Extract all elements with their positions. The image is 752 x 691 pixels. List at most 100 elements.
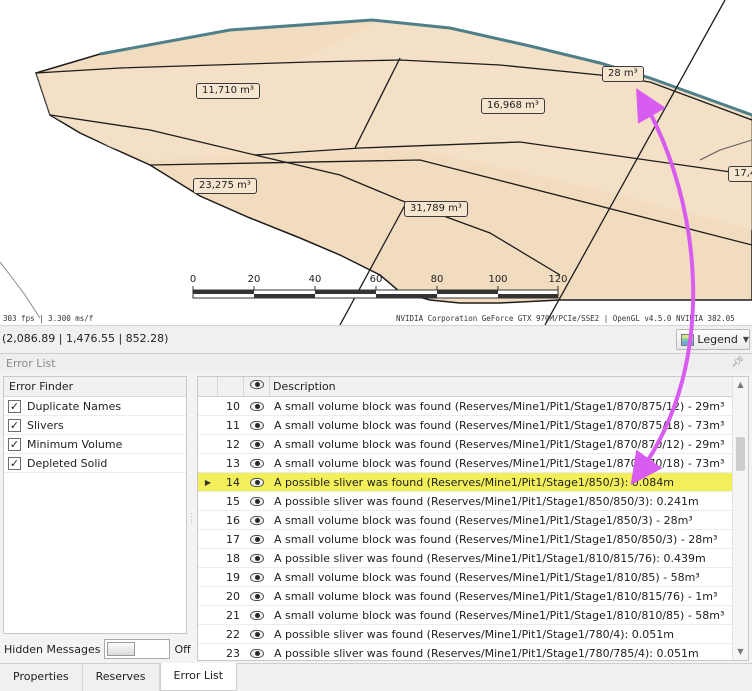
hidden-messages-row: Hidden Messages Off: [4, 639, 191, 659]
volume-label: 11,710 m³: [196, 83, 260, 99]
row-description: A possible sliver was found (Reserves/Mi…: [274, 646, 699, 660]
table-row[interactable]: 20 A small volume block was found (Reserv…: [198, 587, 748, 606]
description-column-header[interactable]: Description: [270, 377, 748, 396]
volume-label: 31,789 m³: [404, 201, 468, 217]
chevron-down-icon: ▼: [742, 335, 749, 344]
legend-button[interactable]: Legend ▼: [676, 329, 750, 350]
row-description: A small volume block was found (Reserves…: [274, 532, 718, 546]
row-number: 18: [226, 551, 240, 565]
table-row[interactable]: 23 A possible sliver was found (Reserves/…: [198, 644, 748, 660]
checkbox[interactable]: ✓: [8, 437, 21, 451]
error-list-panel: Error Finder ✓ Duplicate Names ✓ Slivers…: [0, 373, 752, 663]
row-description: A small volume block was found (Reserves…: [274, 608, 725, 622]
volume-label: 16,968 m³: [481, 98, 545, 114]
row-description: A possible sliver was found (Reserves/Mi…: [274, 627, 674, 641]
scale-tick-label: 20: [247, 274, 261, 285]
visibility-column-header[interactable]: [244, 377, 270, 396]
table-row[interactable]: 17 A small volume block was found (Reserv…: [198, 530, 748, 549]
vertical-scrollbar[interactable]: ▲ ▼: [732, 377, 748, 660]
row-pointer-icon: ▶: [204, 477, 212, 487]
checkbox[interactable]: ✓: [8, 456, 21, 470]
scroll-up-icon[interactable]: ▲: [733, 377, 748, 393]
hidden-messages-label: Hidden Messages: [4, 642, 101, 656]
viewport-3d[interactable]: 11,710 m³ 16,968 m³ 28 m³ 23,275 m³ 31,7…: [0, 0, 752, 325]
scale-tick-label: 60: [369, 274, 383, 285]
checkbox[interactable]: ✓: [8, 418, 21, 432]
scale-tick-label: 0: [189, 274, 197, 285]
row-description: A possible sliver was found (Reserves/Mi…: [274, 494, 699, 508]
visibility-toggle[interactable]: [244, 420, 270, 430]
table-row[interactable]: 21 A small volume block was found (Reserv…: [198, 606, 748, 625]
row-number: 14: [226, 475, 240, 489]
eye-icon: [250, 420, 264, 430]
visibility-toggle[interactable]: [244, 648, 270, 658]
table-row[interactable]: 12 A small volume block was found (Reserv…: [198, 435, 748, 454]
volume-label: 23,275 m³: [193, 178, 257, 194]
tab-reserves[interactable]: Reserves: [83, 664, 160, 691]
hidden-messages-toggle[interactable]: [104, 639, 171, 659]
pin-icon[interactable]: 📌︎: [731, 357, 744, 368]
scroll-thumb[interactable]: [736, 437, 745, 471]
table-row[interactable]: ▶ 14 A possible sliver was found (Reserves…: [198, 473, 748, 492]
scale-tick-label: 40: [308, 274, 322, 285]
status-bar: (2,086.89 | 1,476.55 | 852.28) Legend ▼: [0, 325, 752, 353]
legend-label: Legend: [697, 333, 738, 346]
row-description: A small volume block was found (Reserves…: [274, 513, 693, 527]
grid-header: Description: [198, 377, 748, 397]
row-number: 10: [226, 399, 240, 413]
row-number: 19: [226, 570, 240, 584]
row-description: A possible sliver was found (Reserves/Mi…: [274, 475, 674, 489]
table-row[interactable]: 19 A small volume block was found (Reserv…: [198, 568, 748, 587]
scale-tick-label: 100: [488, 274, 508, 285]
checkbox[interactable]: ✓: [8, 399, 21, 413]
finder-item-duplicate-names[interactable]: ✓ Duplicate Names: [4, 397, 186, 416]
visibility-toggle[interactable]: [244, 515, 270, 525]
row-number: 23: [226, 646, 240, 660]
cursor-coordinates: (2,086.89 | 1,476.55 | 852.28): [2, 332, 169, 345]
row-description: A small volume block was found (Reserves…: [274, 589, 718, 603]
row-number: 11: [226, 418, 240, 432]
eye-icon: [250, 648, 264, 658]
row-number: 17: [226, 532, 240, 546]
error-finder-header: Error Finder: [4, 377, 186, 397]
table-row[interactable]: 11 A small volume block was found (Reserv…: [198, 416, 748, 435]
tab-error-list[interactable]: Error List: [159, 663, 238, 691]
visibility-toggle[interactable]: [244, 496, 270, 506]
row-description: A small volume block was found (Reserves…: [274, 437, 725, 451]
error-grid: Description 10 A small volume block was f…: [197, 376, 749, 661]
finder-item-depleted-solid[interactable]: ✓ Depleted Solid: [4, 454, 186, 473]
table-row[interactable]: 18 A possible sliver was found (Reserves/…: [198, 549, 748, 568]
eye-icon: [249, 380, 264, 389]
visibility-toggle[interactable]: [244, 591, 270, 601]
table-row[interactable]: 16 A small volume block was found (Reserv…: [198, 511, 748, 530]
eye-icon: [250, 458, 264, 468]
eye-icon: [250, 591, 264, 601]
scroll-down-icon[interactable]: ▼: [733, 644, 748, 660]
table-row[interactable]: 10 A small volume block was found (Reserv…: [198, 397, 748, 416]
indicator-column-header: [198, 377, 218, 396]
visibility-toggle[interactable]: [244, 553, 270, 563]
visibility-toggle[interactable]: [244, 610, 270, 620]
volume-label: 28 m³: [602, 66, 644, 82]
visibility-toggle[interactable]: [244, 477, 270, 487]
table-row[interactable]: 13 A small volume block was found (Reserv…: [198, 454, 748, 473]
gpu-info: NVIDIA Corporation GeForce GTX 970M/PCIe…: [396, 314, 735, 323]
row-description: A possible sliver was found (Reserves/Mi…: [274, 551, 706, 565]
row-description: A small volume block was found (Reserves…: [274, 399, 725, 413]
tab-properties[interactable]: Properties: [0, 664, 83, 691]
visibility-toggle[interactable]: [244, 534, 270, 544]
table-row[interactable]: 22 A possible sliver was found (Reserves/…: [198, 625, 748, 644]
panel-splitter[interactable]: · · · ·: [190, 511, 194, 528]
finder-item-slivers[interactable]: ✓ Slivers: [4, 416, 186, 435]
finder-item-minimum-volume[interactable]: ✓ Minimum Volume: [4, 435, 186, 454]
eye-icon: [250, 496, 264, 506]
visibility-toggle[interactable]: [244, 439, 270, 449]
number-column-header[interactable]: [218, 377, 244, 396]
visibility-toggle[interactable]: [244, 401, 270, 411]
visibility-toggle[interactable]: [244, 572, 270, 582]
row-number: 12: [226, 437, 240, 451]
visibility-toggle[interactable]: [244, 629, 270, 639]
table-row[interactable]: 15 A possible sliver was found (Reserves/…: [198, 492, 748, 511]
fps-readout: 303 fps | 3.300 ms/f: [3, 314, 94, 323]
visibility-toggle[interactable]: [244, 458, 270, 468]
